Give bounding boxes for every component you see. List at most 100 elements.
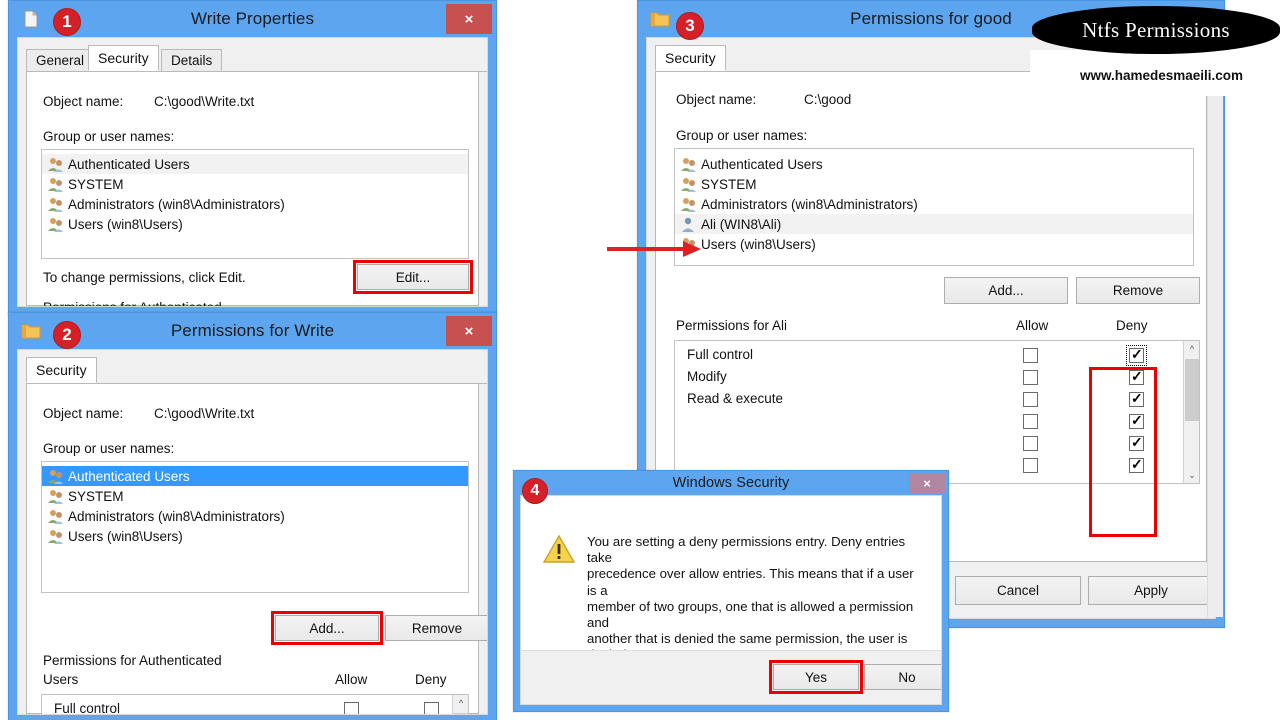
allow-checkbox[interactable]: [1023, 436, 1038, 451]
watermark-banner: Ntfs Permissions: [1032, 6, 1280, 54]
folder-icon: [650, 12, 670, 27]
no-button[interactable]: No: [864, 664, 941, 690]
window3-permissions-table[interactable]: Full control ✓ Modify ✓ Read & execute ✓: [674, 340, 1200, 484]
list-item[interactable]: Users (win8\Users): [42, 526, 468, 546]
window4-body: You are setting a deny permissions entry…: [520, 495, 942, 705]
close-button-2[interactable]: ×: [446, 316, 492, 346]
add-button-3[interactable]: Add...: [944, 277, 1068, 304]
screenshot-root: 3 Permissions for good Security Object n…: [0, 0, 1280, 720]
table-row[interactable]: ✓: [675, 433, 1199, 455]
window1-object-name-value: C:\good\Write.txt: [154, 94, 255, 109]
message-line: You are setting a deny permissions entry…: [587, 534, 906, 566]
list-item[interactable]: Authenticated Users: [675, 154, 1193, 174]
window2-user-list[interactable]: Authenticated Users SYSTEM Administrator…: [41, 461, 469, 593]
table-row[interactable]: Read & execute ✓: [675, 389, 1199, 411]
allow-checkbox[interactable]: [1023, 370, 1038, 385]
tab-security-3[interactable]: Security: [655, 45, 726, 71]
list-item[interactable]: Administrators (win8\Administrators): [42, 506, 468, 526]
deny-checkbox[interactable]: ✓: [1129, 390, 1144, 407]
cancel-button-3[interactable]: Cancel: [955, 576, 1081, 605]
table-row[interactable]: Modify ✓: [675, 367, 1199, 389]
tab-security-1[interactable]: Security: [88, 45, 159, 71]
window1-tabstrip: General Security Details: [26, 45, 487, 72]
list-item[interactable]: Administrators (win8\Administrators): [675, 194, 1193, 214]
window1-titlebar[interactable]: 1 Write Properties ×: [9, 1, 496, 37]
list-item[interactable]: Administrators (win8\Administrators): [42, 194, 468, 214]
allow-checkbox[interactable]: [1023, 392, 1038, 407]
list-item-label: SYSTEM: [68, 488, 124, 504]
group-icon: [681, 197, 696, 212]
deny-checkbox[interactable]: [424, 702, 439, 714]
allow-checkbox[interactable]: [1023, 458, 1038, 473]
table-row[interactable]: ✓: [675, 411, 1199, 433]
close-button-4[interactable]: ×: [909, 473, 945, 493]
group-icon: [48, 529, 63, 544]
window3-user-list[interactable]: Authenticated Users SYSTEM Administrator…: [674, 148, 1194, 266]
group-icon: [48, 217, 63, 232]
yes-button[interactable]: Yes: [773, 664, 859, 690]
window1-body: General Security Details Object name: C:…: [17, 37, 488, 307]
window4-titlebar[interactable]: 4 Windows Security ×: [514, 471, 948, 504]
group-icon: [48, 197, 63, 212]
edit-button[interactable]: Edit...: [357, 264, 469, 290]
window2-tabstrip: Security: [26, 357, 487, 384]
folder-icon: [21, 324, 41, 339]
deny-checkbox[interactable]: ✓: [1129, 368, 1144, 385]
scroll-up-icon[interactable]: ^: [453, 695, 468, 711]
window4-title: Windows Security: [672, 475, 790, 491]
apply-button-3[interactable]: Apply: [1088, 576, 1214, 605]
tab-security-2[interactable]: Security: [26, 357, 97, 383]
list-item[interactable]: SYSTEM: [42, 486, 468, 506]
group-icon: [48, 469, 63, 484]
tab-general[interactable]: General: [26, 49, 95, 71]
list-item-label: Authenticated Users: [701, 156, 823, 172]
remove-button-2[interactable]: Remove: [385, 615, 487, 641]
scroll-down-icon[interactable]: ⌄: [1184, 467, 1199, 483]
permissions-scrollbar-3[interactable]: ^ ⌄: [1183, 341, 1199, 483]
scroll-up-icon[interactable]: ^: [1184, 341, 1199, 357]
window1-permissions-caption: Permissions for Authenticated: [43, 300, 222, 306]
list-item[interactable]: SYSTEM: [42, 174, 468, 194]
window1-group-label: Group or user names:: [43, 129, 175, 144]
list-item[interactable]: Users (win8\Users): [675, 234, 1193, 254]
deny-checkbox[interactable]: ✓: [1129, 456, 1144, 473]
remove-button-3[interactable]: Remove: [1076, 277, 1200, 304]
allow-checkbox[interactable]: [1023, 414, 1038, 429]
permission-label: Modify: [687, 369, 727, 384]
message-line: member of two groups, one that is allowe…: [587, 598, 914, 631]
window3-object-name-value: C:\good: [804, 92, 852, 107]
allow-checkbox[interactable]: [344, 702, 359, 714]
list-item[interactable]: Users (win8\Users): [42, 214, 468, 234]
list-item-label: Users (win8\Users): [68, 216, 183, 232]
list-item-label: SYSTEM: [701, 176, 757, 192]
list-item[interactable]: Authenticated Users: [42, 154, 468, 174]
window3-edge-scrollbar[interactable]: [1207, 67, 1223, 617]
tab-details[interactable]: Details: [161, 49, 223, 71]
list-item-selected[interactable]: Authenticated Users: [42, 466, 468, 486]
permissions-scrollbar-2[interactable]: ^: [452, 695, 468, 714]
deny-checkbox[interactable]: ✓: [1126, 345, 1147, 366]
scroll-thumb[interactable]: [454, 713, 468, 714]
window1-change-hint: To change permissions, click Edit.: [43, 270, 246, 285]
permission-label: Read & execute: [687, 391, 784, 406]
add-button-2[interactable]: Add...: [275, 615, 379, 641]
window3-col-deny: Deny: [1116, 318, 1148, 333]
table-row[interactable]: Full control: [42, 699, 468, 714]
deny-checkbox[interactable]: ✓: [1129, 434, 1144, 451]
close-button-1[interactable]: ×: [446, 4, 492, 34]
window2-object-name-label: Object name:: [43, 406, 124, 421]
window2-titlebar[interactable]: 2 Permissions for Write ×: [9, 313, 496, 349]
window2-permissions-table[interactable]: Full control Modify ✓ Read & execute ✓: [41, 694, 469, 714]
deny-checkbox[interactable]: ✓: [1129, 412, 1144, 429]
window1-user-list[interactable]: Authenticated Users SYSTEM Administrator…: [41, 149, 469, 259]
window2-permissions-caption-line2: Users: [43, 672, 79, 687]
list-item-label: Ali (WIN8\Ali): [701, 216, 782, 232]
scroll-thumb[interactable]: [1185, 359, 1199, 421]
allow-checkbox[interactable]: [1023, 348, 1038, 363]
window2-panel: Object name: C:\good\Write.txt Group or …: [26, 384, 487, 714]
list-item[interactable]: SYSTEM: [675, 174, 1193, 194]
table-row[interactable]: Full control ✓: [675, 345, 1199, 367]
list-item-ali[interactable]: Ali (WIN8\Ali): [675, 214, 1193, 234]
window-windows-security: 4 Windows Security × You are setting a d…: [513, 470, 949, 712]
window2-body: Security Object name: C:\good\Write.txt …: [17, 349, 488, 715]
